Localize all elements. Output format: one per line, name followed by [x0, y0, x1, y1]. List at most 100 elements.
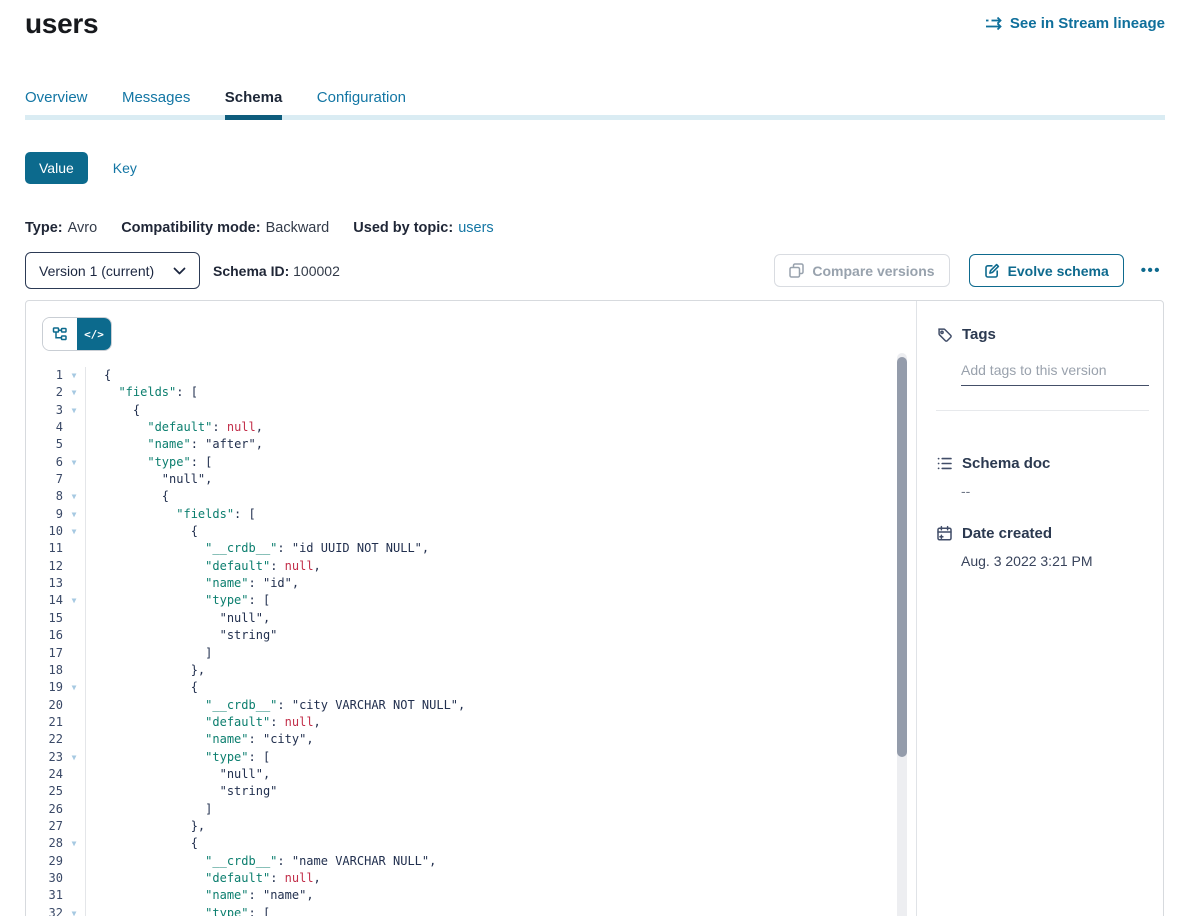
- stream-lineage-link[interactable]: See in Stream lineage: [985, 15, 1165, 32]
- chevron-down-icon: [173, 267, 186, 275]
- fold-toggle-icon: [63, 870, 85, 887]
- line-number: 14: [26, 592, 63, 609]
- fold-toggle-icon: [63, 766, 85, 783]
- compare-versions-button[interactable]: Compare versions: [774, 254, 949, 287]
- code-text: "type": [: [85, 749, 896, 766]
- version-select[interactable]: Version 1 (current): [25, 252, 200, 289]
- fold-toggle-icon[interactable]: ▼: [63, 749, 85, 766]
- code-text: "name": "city",: [85, 731, 896, 748]
- tags-section-header: Tags: [936, 326, 1149, 343]
- stream-lineage-icon: [985, 16, 1003, 31]
- code-text: },: [85, 818, 896, 835]
- line-number: 29: [26, 853, 63, 870]
- line-number: 7: [26, 471, 63, 488]
- code-text: "default": null,: [85, 870, 896, 887]
- code-line: 20 "__crdb__": "city VARCHAR NOT NULL",: [26, 697, 896, 714]
- code-text: {: [85, 679, 896, 696]
- edit-icon: [984, 263, 1000, 279]
- code-line: 31 "name": "name",: [26, 887, 896, 904]
- evolve-schema-label: Evolve schema: [1008, 263, 1109, 279]
- calendar-plus-icon: [936, 525, 953, 542]
- tab-schema[interactable]: Schema: [225, 88, 283, 115]
- version-controls: Version 1 (current) Schema ID: 100002 Co…: [25, 252, 1165, 289]
- fold-toggle-icon[interactable]: ▼: [63, 402, 85, 419]
- fold-toggle-icon[interactable]: ▼: [63, 454, 85, 471]
- code-line: 3▼ {: [26, 402, 896, 419]
- line-number: 26: [26, 801, 63, 818]
- schema-code-pane: </> 1▼{2▼ "fields": [3▼ {4 "default": nu…: [26, 301, 917, 916]
- code-line: 26 ]: [26, 801, 896, 818]
- sidebar-divider: [936, 410, 1149, 411]
- tag-icon: [936, 326, 953, 343]
- line-number: 22: [26, 731, 63, 748]
- value-toggle-button[interactable]: Value: [25, 152, 88, 184]
- type-label: Type:: [25, 220, 63, 236]
- line-number: 15: [26, 610, 63, 627]
- more-options-button[interactable]: •••: [1137, 258, 1165, 283]
- schema-doc-heading: Schema doc: [962, 455, 1050, 472]
- fold-toggle-icon[interactable]: ▼: [63, 679, 85, 696]
- fold-toggle-icon[interactable]: ▼: [63, 835, 85, 852]
- code-line: 14▼ "type": [: [26, 592, 896, 609]
- tab-messages[interactable]: Messages: [122, 88, 190, 115]
- topic-tabs: Overview Messages Schema Configuration: [25, 88, 1165, 120]
- line-number: 19: [26, 679, 63, 696]
- line-number: 8: [26, 488, 63, 505]
- fold-toggle-icon[interactable]: ▼: [63, 905, 85, 916]
- add-tags-input[interactable]: [961, 360, 1149, 386]
- line-number: 13: [26, 575, 63, 592]
- key-toggle-button[interactable]: Key: [113, 160, 137, 176]
- compare-versions-label: Compare versions: [812, 263, 934, 279]
- tags-heading: Tags: [962, 326, 996, 343]
- schema-code-editor[interactable]: 1▼{2▼ "fields": [3▼ {4 "default": null,5…: [26, 367, 896, 916]
- fold-toggle-icon: [63, 731, 85, 748]
- line-number: 6: [26, 454, 63, 471]
- line-number: 32: [26, 905, 63, 916]
- code-line: 29 "__crdb__": "name VARCHAR NULL",: [26, 853, 896, 870]
- schema-id-value: 100002: [293, 263, 340, 279]
- line-number: 11: [26, 540, 63, 557]
- tab-configuration[interactable]: Configuration: [317, 88, 406, 115]
- code-text: ]: [85, 645, 896, 662]
- fold-toggle-icon[interactable]: ▼: [63, 592, 85, 609]
- code-text: {: [85, 367, 896, 384]
- line-number: 30: [26, 870, 63, 887]
- topic-link[interactable]: users: [458, 220, 493, 236]
- fold-toggle-icon[interactable]: ▼: [63, 488, 85, 505]
- code-scrollbar[interactable]: [897, 353, 907, 916]
- fold-toggle-icon: [63, 645, 85, 662]
- code-line: 19▼ {: [26, 679, 896, 696]
- line-number: 18: [26, 662, 63, 679]
- fold-toggle-icon[interactable]: ▼: [63, 367, 85, 384]
- code-text: "type": [: [85, 454, 896, 471]
- code-view-button[interactable]: </>: [77, 318, 111, 350]
- code-line: 24 "null",: [26, 766, 896, 783]
- code-line: 27 },: [26, 818, 896, 835]
- tab-overview[interactable]: Overview: [25, 88, 88, 115]
- line-number: 17: [26, 645, 63, 662]
- code-line: 2▼ "fields": [: [26, 384, 896, 401]
- page-title: users: [25, 8, 98, 40]
- code-text: "type": [: [85, 905, 896, 916]
- code-view-toggle: </>: [42, 317, 112, 351]
- code-text: {: [85, 402, 896, 419]
- fold-toggle-icon: [63, 783, 85, 800]
- code-line: 30 "default": null,: [26, 870, 896, 887]
- line-number: 27: [26, 818, 63, 835]
- date-created-value: Aug. 3 2022 3:21 PM: [961, 553, 1149, 569]
- code-text: {: [85, 835, 896, 852]
- tree-view-button[interactable]: [43, 318, 77, 350]
- code-scrollbar-thumb[interactable]: [897, 357, 907, 757]
- fold-toggle-icon[interactable]: ▼: [63, 384, 85, 401]
- line-number: 28: [26, 835, 63, 852]
- evolve-schema-button[interactable]: Evolve schema: [969, 254, 1124, 287]
- code-text: "default": null,: [85, 714, 896, 731]
- code-line: 6▼ "type": [: [26, 454, 896, 471]
- fold-toggle-icon[interactable]: ▼: [63, 506, 85, 523]
- code-text: "__crdb__": "name VARCHAR NULL",: [85, 853, 896, 870]
- code-line: 8▼ {: [26, 488, 896, 505]
- fold-toggle-icon[interactable]: ▼: [63, 523, 85, 540]
- code-line: 16 "string": [26, 627, 896, 644]
- code-line: 12 "default": null,: [26, 558, 896, 575]
- code-line: 7 "null",: [26, 471, 896, 488]
